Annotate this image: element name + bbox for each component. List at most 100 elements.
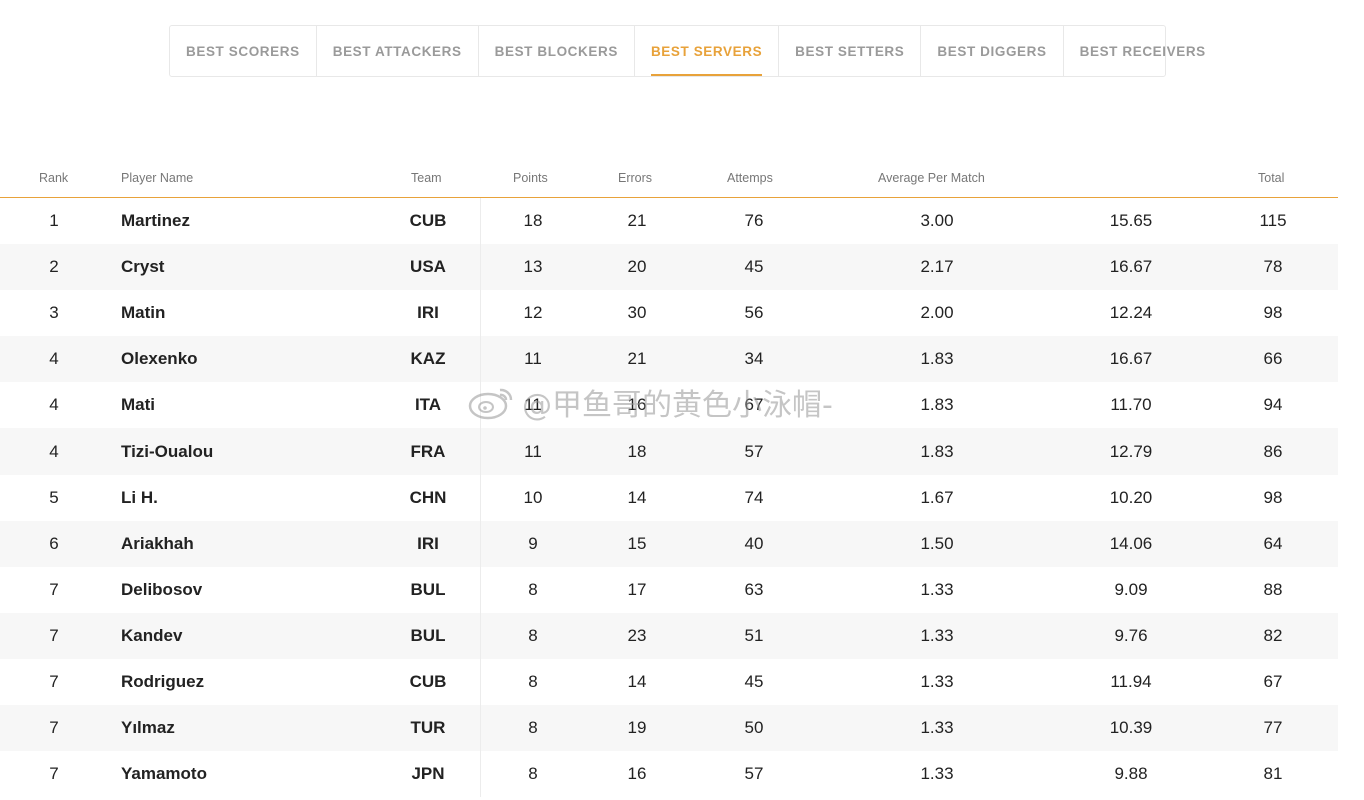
cell-errors: 17 (627, 579, 647, 599)
table-row[interactable]: 4 Tizi-Oualou FRA 11 18 57 1.83 12.79 86 (0, 428, 1338, 475)
tab-label: BEST BLOCKERS (494, 43, 618, 59)
cell-player[interactable]: Rodriguez (121, 659, 371, 705)
cell-player[interactable]: Mati (121, 382, 371, 428)
cell-player[interactable]: Tizi-Oualou (121, 428, 371, 474)
table-row[interactable]: 4 Mati ITA 11 16 67 1.83 11.70 94 (0, 382, 1338, 428)
cell-avg: 1.33 (920, 625, 954, 645)
cell-errors: 20 (627, 257, 647, 277)
tab-best-servers[interactable]: BEST SERVERS (635, 26, 780, 76)
cell-total: 82 (1263, 625, 1283, 645)
cell-player[interactable]: Yamamoto (121, 751, 371, 797)
cell-player[interactable]: Ariakhah (121, 521, 371, 567)
cell-points: 8 (528, 764, 538, 784)
cell-points: 13 (523, 257, 543, 277)
tab-label: BEST SCORERS (186, 43, 300, 59)
header-total[interactable]: Total (1258, 171, 1284, 185)
table-row[interactable]: 4 Olexenko KAZ 11 21 34 1.83 16.67 66 (0, 336, 1338, 383)
cell-player[interactable]: Kandev (121, 613, 371, 659)
table-body: 1 Martinez CUB 18 21 76 3.00 15.65 115 2 Cryst USA 1… (0, 198, 1338, 797)
tab-best-diggers[interactable]: BEST DIGGERS (921, 26, 1064, 76)
table-row[interactable]: 2 Cryst USA 13 20 45 2.17 16.67 78 (0, 244, 1338, 291)
cell-team: FRA (410, 441, 446, 461)
cell-errors: 16 (627, 764, 647, 784)
table-row[interactable]: 7 Rodriguez CUB 8 14 45 1.33 11.94 67 (0, 659, 1338, 705)
cell-avg: 1.83 (920, 349, 954, 369)
header-attempts[interactable]: Attemps (727, 171, 773, 185)
cell-points: 11 (524, 395, 542, 415)
cell-errors: 21 (627, 211, 647, 231)
table-row[interactable]: 3 Matin IRI 12 30 56 2.00 12.24 98 (0, 290, 1338, 336)
cell-team: ITA (414, 395, 442, 415)
cell-player[interactable]: Delibosov (121, 567, 371, 613)
cell-avg: 1.83 (920, 441, 954, 461)
cell-avg: 2.17 (920, 257, 954, 277)
header-errors[interactable]: Errors (618, 171, 652, 185)
table-row[interactable]: 1 Martinez CUB 18 21 76 3.00 15.65 115 (0, 198, 1338, 244)
cell-rank: 7 (49, 718, 59, 738)
cell-player[interactable]: Matin (121, 290, 371, 336)
tab-label: BEST SERVERS (650, 43, 763, 59)
cell-player[interactable]: Li H. (121, 475, 371, 521)
table-row[interactable]: 7 Yamamoto JPN 8 16 57 1.33 9.88 81 (0, 751, 1338, 797)
cell-rank: 7 (49, 579, 59, 599)
cell-attempts: 76 (744, 211, 764, 231)
cell-team: IRI (417, 303, 439, 323)
table-row[interactable]: 7 Delibosov BUL 8 17 63 1.33 9.09 88 (0, 567, 1338, 613)
tab-best-blockers[interactable]: BEST BLOCKERS (479, 26, 635, 76)
header-points[interactable]: Points (513, 171, 548, 185)
header-average-per-match[interactable]: Average Per Match (878, 171, 985, 185)
cell-player[interactable]: Olexenko (121, 336, 371, 382)
cell-player[interactable]: Cryst (121, 244, 371, 290)
cell-total: 98 (1263, 303, 1283, 323)
header-team[interactable]: Team (411, 171, 442, 185)
cell-total: 64 (1263, 533, 1283, 553)
table-row[interactable]: 7 Yılmaz TUR 8 19 50 1.33 10.39 77 (0, 705, 1338, 752)
tab-label: BEST ATTACKERS (332, 43, 462, 59)
header-rank[interactable]: Rank (39, 171, 68, 185)
cell-rank: 4 (49, 395, 59, 415)
cell-player[interactable]: Yılmaz (121, 705, 371, 751)
cell-attempts: 51 (744, 625, 764, 645)
cell-total: 78 (1263, 257, 1283, 277)
tab-best-attackers[interactable]: BEST ATTACKERS (317, 26, 479, 76)
cell-points: 8 (528, 625, 538, 645)
cell-col8: 9.09 (1114, 579, 1148, 599)
cell-points: 8 (528, 718, 538, 738)
cell-avg: 1.33 (920, 718, 954, 738)
tab-best-scorers[interactable]: BEST SCORERS (170, 26, 317, 76)
cell-col8: 15.65 (1109, 211, 1153, 231)
cell-attempts: 45 (744, 257, 764, 277)
cell-attempts: 45 (744, 671, 764, 691)
cell-total: 67 (1263, 671, 1283, 691)
cell-avg: 1.83 (920, 395, 954, 415)
cell-team: KAZ (410, 349, 446, 369)
cell-team: USA (410, 257, 446, 277)
cell-rank: 2 (49, 257, 59, 277)
cell-errors: 30 (627, 303, 647, 323)
table-row[interactable]: 7 Kandev BUL 8 23 51 1.33 9.76 82 (0, 612, 1338, 659)
cell-team: CUB (409, 671, 447, 691)
tab-best-setters[interactable]: BEST SETTERS (779, 26, 922, 76)
cell-total: 115 (1259, 211, 1287, 231)
cell-rank: 4 (49, 349, 59, 369)
cell-attempts: 67 (744, 395, 764, 415)
cell-total: 77 (1263, 718, 1283, 738)
cell-col8: 10.20 (1109, 487, 1153, 507)
cell-team: BUL (410, 625, 446, 645)
cell-team: JPN (411, 764, 445, 784)
tab-best-receivers[interactable]: BEST RECEIVERS (1064, 26, 1222, 76)
cell-total: 86 (1263, 441, 1283, 461)
leaderboard-table: Rank Player Name Team Points Errors Atte… (0, 160, 1338, 798)
cell-player[interactable]: Martinez (121, 198, 371, 244)
cell-total: 94 (1263, 395, 1283, 415)
cell-col8: 11.94 (1110, 671, 1152, 691)
cell-col8: 16.67 (1109, 349, 1153, 369)
table-row[interactable]: 5 Li H. CHN 10 14 74 1.67 10.20 98 (0, 475, 1338, 521)
cell-points: 11 (524, 349, 542, 369)
cell-avg: 1.33 (920, 671, 954, 691)
table-row[interactable]: 6 Ariakhah IRI 9 15 40 1.50 14.06 64 (0, 520, 1338, 567)
column-divider (480, 198, 481, 798)
header-player-name[interactable]: Player Name (121, 171, 193, 185)
cell-errors: 16 (627, 395, 647, 415)
cell-total: 66 (1263, 349, 1283, 369)
